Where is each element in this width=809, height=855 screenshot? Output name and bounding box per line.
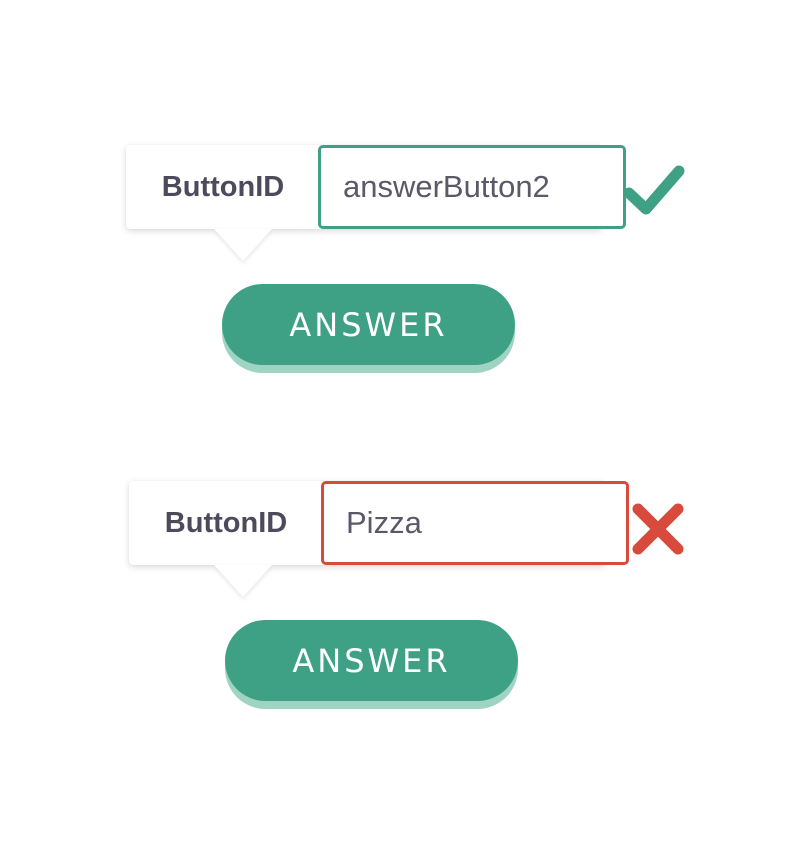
button-id-tooltip: ButtonID answerButton2 (126, 145, 626, 229)
cross-icon (632, 503, 684, 555)
button-id-value: answerButton2 (343, 169, 550, 204)
checkmark-icon (623, 165, 685, 215)
button-id-field[interactable]: answerButton2 (318, 145, 626, 229)
answer-button[interactable]: ANSWER (222, 284, 515, 365)
button-id-label: ButtonID (164, 506, 288, 539)
answer-button[interactable]: ANSWER (225, 620, 518, 701)
button-id-field[interactable]: Pizza (321, 481, 629, 565)
example-invalid: ButtonID Pizza ANSWER (0, 481, 809, 721)
button-id-label: ButtonID (161, 170, 285, 203)
example-valid: ButtonID answerButton2 ANSWER (0, 145, 809, 385)
button-id-value: Pizza (346, 505, 422, 540)
tooltip-pointer (214, 229, 272, 261)
tooltip-pointer (214, 565, 272, 597)
button-id-tooltip: ButtonID Pizza (129, 481, 629, 565)
